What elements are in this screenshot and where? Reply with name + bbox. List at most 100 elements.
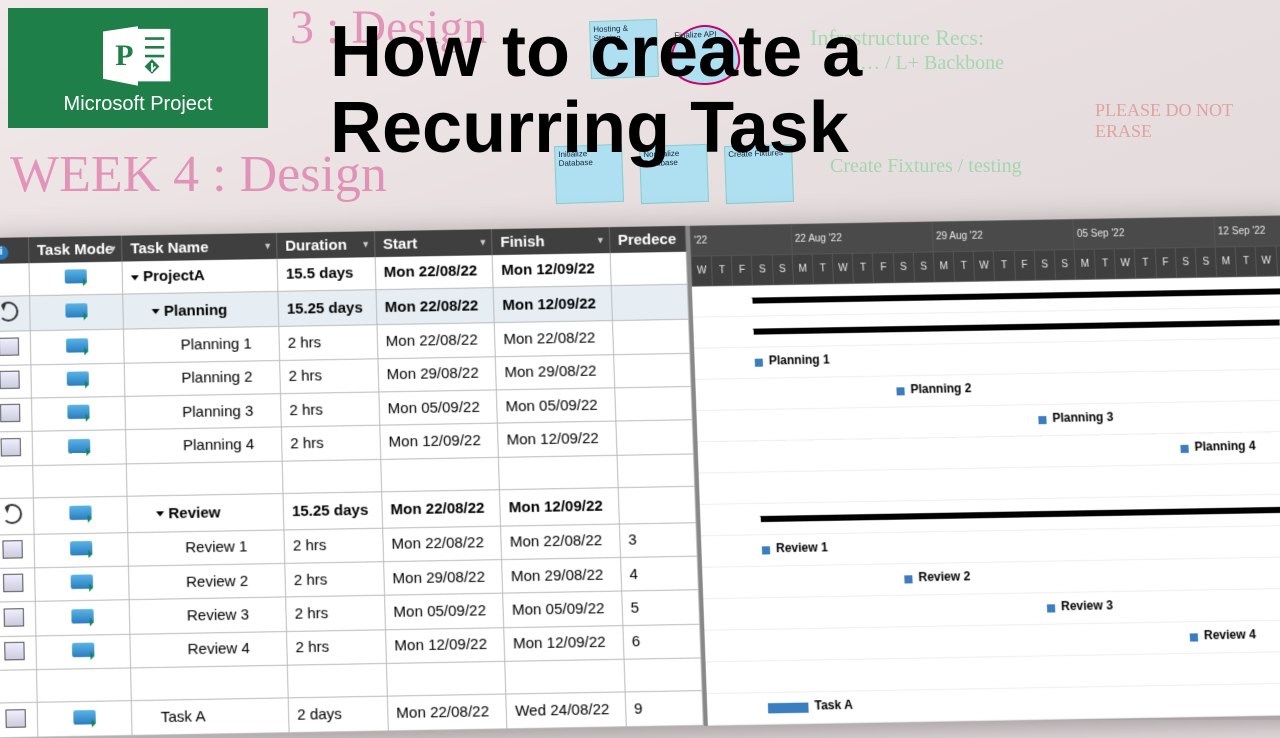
- col-finish[interactable]: Finish▼: [492, 227, 610, 255]
- cell-predecessors[interactable]: 6: [622, 624, 700, 659]
- col-predecessors[interactable]: Predece: [609, 226, 686, 253]
- gantt-bar-label: Review 2: [918, 569, 970, 584]
- cell-finish[interactable]: Mon 12/09/22: [493, 285, 612, 323]
- cell-duration[interactable]: 2 hrs: [285, 562, 385, 598]
- dropdown-icon[interactable]: ▼: [263, 241, 272, 251]
- cell-task-name[interactable]: Review 4: [130, 631, 287, 668]
- cell-task-name[interactable]: Planning 1: [124, 327, 280, 363]
- cell-finish[interactable]: Wed 24/08/22: [506, 692, 626, 728]
- cell-duration[interactable]: 2 hrs: [286, 596, 386, 632]
- auto-schedule-icon: [69, 506, 91, 521]
- cell-start[interactable]: Mon 22/08/22: [377, 323, 496, 359]
- gantt-task-bar[interactable]: [768, 703, 809, 714]
- col-start[interactable]: Start▼: [374, 229, 492, 257]
- gantt-summary-bar[interactable]: [752, 288, 1280, 303]
- timescale-day: T: [812, 254, 833, 284]
- cell-start[interactable]: Mon 05/09/22: [379, 390, 498, 426]
- cell-predecessors[interactable]: [618, 486, 696, 523]
- cell-duration[interactable]: 2 hrs: [281, 426, 380, 461]
- cell-finish[interactable]: Mon 29/08/22: [495, 354, 614, 390]
- gantt-task-bar[interactable]: [1047, 604, 1055, 612]
- gantt-task-bar[interactable]: [1190, 633, 1198, 641]
- cell-duration[interactable]: 2 hrs: [284, 528, 384, 564]
- dropdown-icon[interactable]: ▼: [596, 235, 605, 245]
- cell-start[interactable]: Mon 22/08/22: [387, 694, 507, 730]
- gantt-task-bar[interactable]: [1038, 416, 1046, 424]
- gantt-summary-bar[interactable]: [761, 507, 1280, 522]
- cell-duration[interactable]: 15.25 days: [278, 289, 377, 326]
- col-task-name[interactable]: Task Name▼: [122, 233, 277, 262]
- cell-finish[interactable]: Mon 29/08/22: [502, 558, 622, 594]
- cell-duration[interactable]: 15.25 days: [283, 492, 383, 530]
- cell-start[interactable]: Mon 22/08/22: [376, 287, 495, 325]
- gantt-summary-bar[interactable]: [754, 319, 1280, 334]
- cell-task-name[interactable]: Review 3: [129, 597, 286, 634]
- timescale-day: T: [953, 251, 974, 281]
- gantt-task-bar[interactable]: [755, 359, 763, 367]
- cell-start[interactable]: Mon 22/08/22: [382, 526, 501, 562]
- cell-duration[interactable]: 2 hrs: [286, 630, 386, 666]
- cell-predecessors[interactable]: [612, 320, 690, 355]
- cell-predecessors[interactable]: 3: [619, 522, 697, 557]
- cell-predecessors[interactable]: 4: [620, 556, 698, 591]
- cell-task-name[interactable]: Review 1: [128, 530, 285, 567]
- headline: How to create a Recurring Task: [330, 15, 1260, 166]
- timescale-day: S: [1195, 247, 1217, 277]
- dropdown-icon[interactable]: ▼: [108, 244, 117, 254]
- cell-task-name[interactable]: Review 2: [129, 563, 286, 600]
- cell-task-name[interactable]: Planning 4: [126, 427, 282, 463]
- cell-duration[interactable]: 15.5 days: [277, 257, 376, 291]
- cell-predecessors[interactable]: [613, 353, 691, 388]
- cell-duration[interactable]: 2 days: [288, 697, 388, 733]
- dropdown-icon[interactable]: ▼: [478, 237, 487, 247]
- cell-task-name[interactable]: Task A: [132, 698, 289, 735]
- cell-finish[interactable]: Mon 22/08/22: [501, 524, 620, 560]
- cell-task-name[interactable]: ProjectA: [122, 259, 278, 294]
- expander-icon[interactable]: [152, 309, 160, 314]
- cell-finish[interactable]: Mon 12/09/22: [492, 253, 611, 287]
- gantt-task-bar[interactable]: [896, 387, 904, 395]
- cell-finish[interactable]: Mon 12/09/22: [498, 422, 617, 458]
- cell-finish[interactable]: Mon 12/09/22: [500, 488, 619, 526]
- gantt-chart[interactable]: '22 22 Aug '22 29 Aug '22 05 Sep '22 12 …: [686, 215, 1280, 726]
- cell-finish[interactable]: Mon 05/09/22: [497, 388, 616, 424]
- cell-predecessors[interactable]: [614, 387, 692, 422]
- gantt-timescale: '22 22 Aug '22 29 Aug '22 05 Sep '22 12 …: [690, 215, 1280, 286]
- cell-predecessors[interactable]: 5: [621, 590, 699, 625]
- cell-task-name[interactable]: Planning 2: [124, 360, 280, 396]
- cell-predecessors[interactable]: [611, 284, 689, 321]
- gantt-task-bar[interactable]: [1180, 445, 1188, 453]
- timescale-day: F: [1155, 248, 1177, 278]
- gantt-body[interactable]: ProjectAPlanning 1Planning 2Planning 3Pl…: [692, 276, 1280, 726]
- cell-predecessors[interactable]: 9: [625, 691, 704, 727]
- cell-start[interactable]: Mon 12/09/22: [385, 627, 505, 663]
- cell-start[interactable]: Mon 29/08/22: [378, 356, 497, 392]
- cell-start[interactable]: Mon 05/09/22: [384, 594, 504, 630]
- timescale-day: W: [1255, 246, 1277, 276]
- col-indicator[interactable]: i: [0, 237, 29, 264]
- cell-start[interactable]: Mon 22/08/22: [381, 490, 500, 528]
- cell-predecessors[interactable]: [610, 252, 688, 286]
- cell-task-name[interactable]: Planning 3: [125, 394, 281, 430]
- gantt-task-bar[interactable]: [904, 575, 912, 583]
- col-task-mode[interactable]: Task Mode▼: [28, 236, 122, 264]
- gantt-task-bar[interactable]: [762, 546, 770, 554]
- cell-start[interactable]: Mon 12/09/22: [380, 424, 499, 460]
- cell-finish[interactable]: Mon 22/08/22: [494, 321, 613, 357]
- cell-predecessors[interactable]: [616, 420, 694, 455]
- cell-task-name[interactable]: Review: [127, 494, 284, 533]
- task-grid[interactable]: i Task Mode▼ Task Name▼ Duration▼ Start▼…: [0, 226, 704, 738]
- cell-duration[interactable]: 2 hrs: [280, 392, 379, 427]
- cell-duration[interactable]: 2 hrs: [279, 325, 378, 360]
- cell-duration[interactable]: 2 hrs: [280, 359, 379, 394]
- cell-task-name[interactable]: Planning: [123, 291, 279, 329]
- cell-start[interactable]: Mon 29/08/22: [383, 560, 502, 596]
- cell-finish[interactable]: Mon 05/09/22: [503, 591, 623, 627]
- timescale-day: S: [1034, 250, 1056, 280]
- dropdown-icon[interactable]: ▼: [361, 239, 370, 249]
- cell-finish[interactable]: Mon 12/09/22: [504, 625, 624, 661]
- cell-start[interactable]: Mon 22/08/22: [375, 255, 493, 289]
- expander-icon[interactable]: [156, 512, 164, 517]
- col-duration[interactable]: Duration▼: [276, 231, 375, 259]
- expander-icon[interactable]: [131, 275, 139, 280]
